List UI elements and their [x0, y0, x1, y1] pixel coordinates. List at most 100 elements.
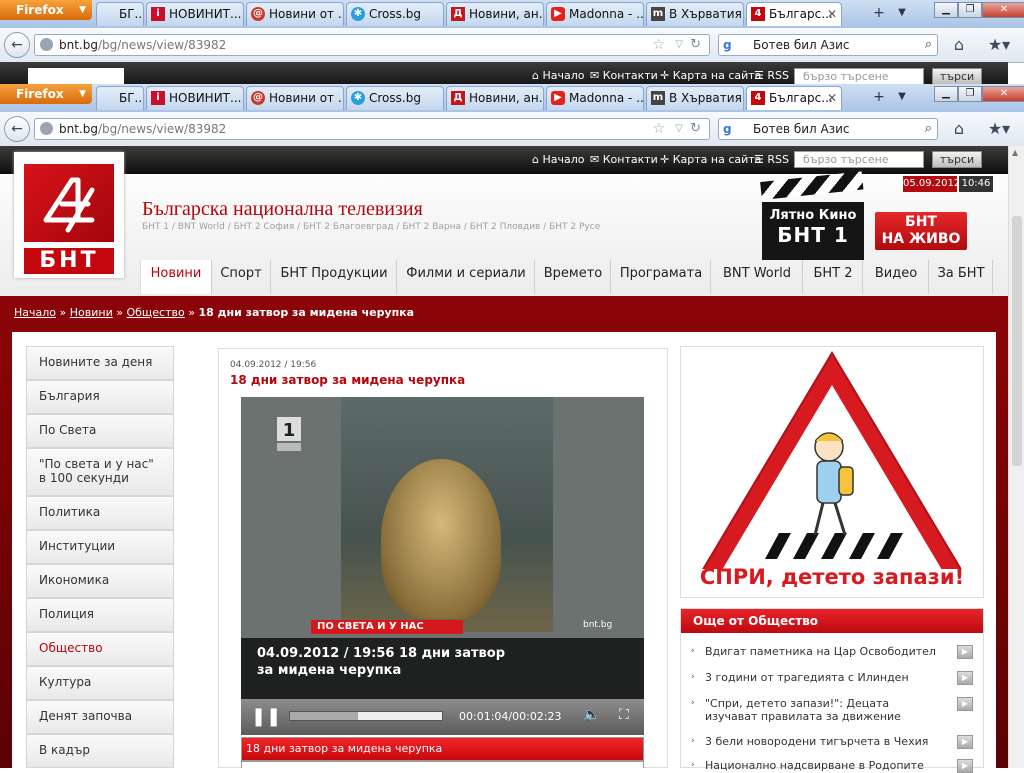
nav-about[interactable]: За БНТ — [930, 260, 993, 294]
search-bar[interactable]: g Ботев бил Азис ⌕ — [718, 118, 938, 140]
top-link-sitemap[interactable]: ✛ Карта на сайта — [660, 153, 761, 166]
tab-4[interactable]: Д Новини, ан... — [446, 86, 544, 110]
close-window-icon[interactable]: ✕ — [982, 86, 1024, 102]
sidebar-item-culture[interactable]: Култура — [26, 666, 174, 700]
close-window-icon[interactable]: ✕ — [982, 2, 1024, 18]
new-tab-icon[interactable]: + — [870, 4, 888, 22]
tab-5[interactable]: ▶ Madonna - ... — [546, 2, 644, 26]
search-icon[interactable]: ⌕ — [925, 119, 932, 139]
sidebar-item-police[interactable]: Полиция — [26, 598, 174, 632]
nav-program[interactable]: Програмата — [612, 260, 711, 294]
tab-2[interactable]: @ Новини от ... — [246, 2, 344, 26]
channel-links[interactable]: БНТ 1 / BNT World / БНТ 2 София / БНТ 2 … — [142, 222, 600, 232]
scroll-thumb[interactable] — [1012, 216, 1022, 466]
quick-search-input[interactable]: бързо търсене — [794, 151, 924, 168]
playlist-item-active[interactable]: 18 дни затвор за мидена черупка — [241, 737, 644, 761]
top-link-contacts[interactable]: ✉ Контакти — [590, 69, 658, 82]
tab-list-icon[interactable]: ▼ — [893, 88, 911, 106]
nav-news[interactable]: Новини — [140, 260, 212, 294]
tab-0[interactable]: БГ... — [96, 2, 144, 26]
tab-0[interactable]: БГ... — [96, 86, 144, 110]
nav-sport[interactable]: Спорт — [212, 260, 271, 294]
sidebar-item-world[interactable]: По Света — [26, 414, 174, 448]
bookmark-star-icon[interactable]: ☆ — [652, 119, 665, 139]
history-dropdown-icon[interactable]: ▽ — [675, 119, 683, 139]
quick-search-button[interactable]: търси — [932, 68, 982, 85]
back-arrow-icon[interactable]: ← — [4, 32, 30, 58]
bookmarks-icon[interactable]: ★▾ — [984, 35, 1014, 55]
tab-1[interactable]: i НОВИНИТ... — [146, 2, 244, 26]
restore-icon[interactable]: ❐ — [958, 2, 982, 18]
sidebar-item-bulgaria[interactable]: България — [26, 380, 174, 414]
tab-6[interactable]: m В Хърватия ... — [646, 86, 744, 110]
tab-2[interactable]: @ Новини от ... — [246, 86, 344, 110]
breadcrumb-home[interactable]: Начало — [14, 306, 56, 319]
sidebar-item-economy[interactable]: Икономика — [26, 564, 174, 598]
nav-bnt-world[interactable]: BNT World — [712, 260, 803, 294]
sidebar-item-daily[interactable]: Новините за деня — [26, 346, 174, 380]
play-icon[interactable]: ▶ — [957, 735, 973, 749]
nav-weather[interactable]: Времето — [536, 260, 611, 294]
home-icon[interactable]: ⌂ — [948, 119, 970, 139]
tab-3[interactable]: ✱ Cross.bg — [346, 86, 444, 110]
sidebar-item-morning[interactable]: Денят започва — [26, 700, 174, 734]
pause-icon[interactable]: ❚❚ — [251, 707, 281, 727]
bookmark-star-icon[interactable]: ☆ — [652, 35, 665, 55]
tab-list-icon[interactable]: ▼ — [893, 4, 911, 22]
play-icon[interactable]: ▶ — [957, 671, 973, 685]
nav-video[interactable]: Видео — [864, 260, 929, 294]
play-icon[interactable]: ▶ — [957, 697, 973, 711]
bookmarks-icon[interactable]: ★▾ — [984, 119, 1014, 139]
quick-search-button[interactable]: търси — [932, 151, 982, 168]
top-link-home[interactable]: ⌂ Начало — [532, 69, 585, 82]
tab-7-active[interactable]: 4 Българс... ✕ — [746, 86, 842, 110]
home-icon[interactable]: ⌂ — [948, 35, 970, 55]
firefox-menu-button[interactable]: Firefox ▼ — [0, 0, 92, 20]
playlist-item[interactable] — [241, 761, 644, 768]
restore-icon[interactable]: ❐ — [958, 86, 982, 102]
video-frame[interactable]: 1 ПО СВЕТА И У НАС bnt.bg 04.09.2012 / 1… — [241, 397, 644, 699]
reload-icon[interactable]: ↻ — [690, 119, 701, 139]
breadcrumb-news[interactable]: Новини — [70, 306, 113, 319]
tab-6[interactable]: m В Хърватия ... — [646, 2, 744, 26]
play-icon[interactable]: ▶ — [957, 645, 973, 659]
sidebar-item-100-seconds[interactable]: "По света и у нас" в 100 секунди — [26, 448, 174, 496]
sidebar-item-institutions[interactable]: Институции — [26, 530, 174, 564]
scroll-up-icon[interactable]: ▲ — [1012, 148, 1018, 157]
nav-bnt2[interactable]: БНТ 2 — [804, 260, 863, 294]
fullscreen-icon[interactable]: ⛶ — [619, 707, 629, 723]
minimize-icon[interactable]: ▁ — [934, 86, 958, 102]
breadcrumb-society[interactable]: Общество — [126, 306, 184, 319]
search-icon[interactable]: ⌕ — [925, 35, 932, 55]
top-link-rss[interactable]: ☰ RSS — [754, 69, 789, 82]
top-link-sitemap[interactable]: ✛ Карта на сайта — [660, 69, 761, 82]
url-bar[interactable]: bnt.bg/bg/news/view/83982 ☆ ▽ ↻ — [34, 34, 710, 56]
firefox-menu-button[interactable]: Firefox ▼ — [0, 84, 92, 104]
nav-productions[interactable]: БНТ Продукции — [272, 260, 397, 294]
url-bar[interactable]: bnt.bg/bg/news/view/83982 ☆ ▽ ↻ — [34, 118, 710, 140]
sidebar-item-in-frame[interactable]: В кадър — [26, 734, 174, 768]
play-icon[interactable]: ▶ — [957, 759, 973, 773]
vertical-scrollbar[interactable]: ▲ — [1008, 146, 1024, 768]
close-tab-icon[interactable]: ✕ — [827, 87, 837, 109]
sidebar-item-society[interactable]: Общество — [26, 632, 174, 666]
reload-icon[interactable]: ↻ — [690, 35, 701, 55]
seek-bar[interactable] — [289, 711, 443, 721]
history-dropdown-icon[interactable]: ▽ — [675, 35, 683, 55]
nav-films[interactable]: Филми и сериали — [398, 260, 535, 294]
road-safety-banner[interactable]: СПРИ, детето запази! — [680, 346, 984, 598]
top-link-contacts[interactable]: ✉ Контакти — [590, 153, 658, 166]
close-tab-icon[interactable]: ✕ — [827, 3, 837, 25]
tab-4[interactable]: Д Новини, ан... — [446, 2, 544, 26]
back-arrow-icon[interactable]: ← — [4, 116, 30, 142]
top-link-home[interactable]: ⌂ Начало — [532, 153, 585, 166]
search-bar[interactable]: g Ботев бил Азис ⌕ — [718, 34, 938, 56]
tab-7-active[interactable]: 4 Българс... ✕ — [746, 2, 842, 26]
quick-search-input[interactable]: бързо търсене — [794, 68, 924, 85]
new-tab-icon[interactable]: + — [870, 88, 888, 106]
tab-5[interactable]: ▶ Madonna - ... — [546, 86, 644, 110]
sidebar-item-politics[interactable]: Политика — [26, 496, 174, 530]
minimize-icon[interactable]: ▁ — [934, 2, 958, 18]
summer-cinema-promo[interactable]: Лятно Кино БНТ 1 — [760, 171, 864, 260]
tab-3[interactable]: ✱ Cross.bg — [346, 2, 444, 26]
